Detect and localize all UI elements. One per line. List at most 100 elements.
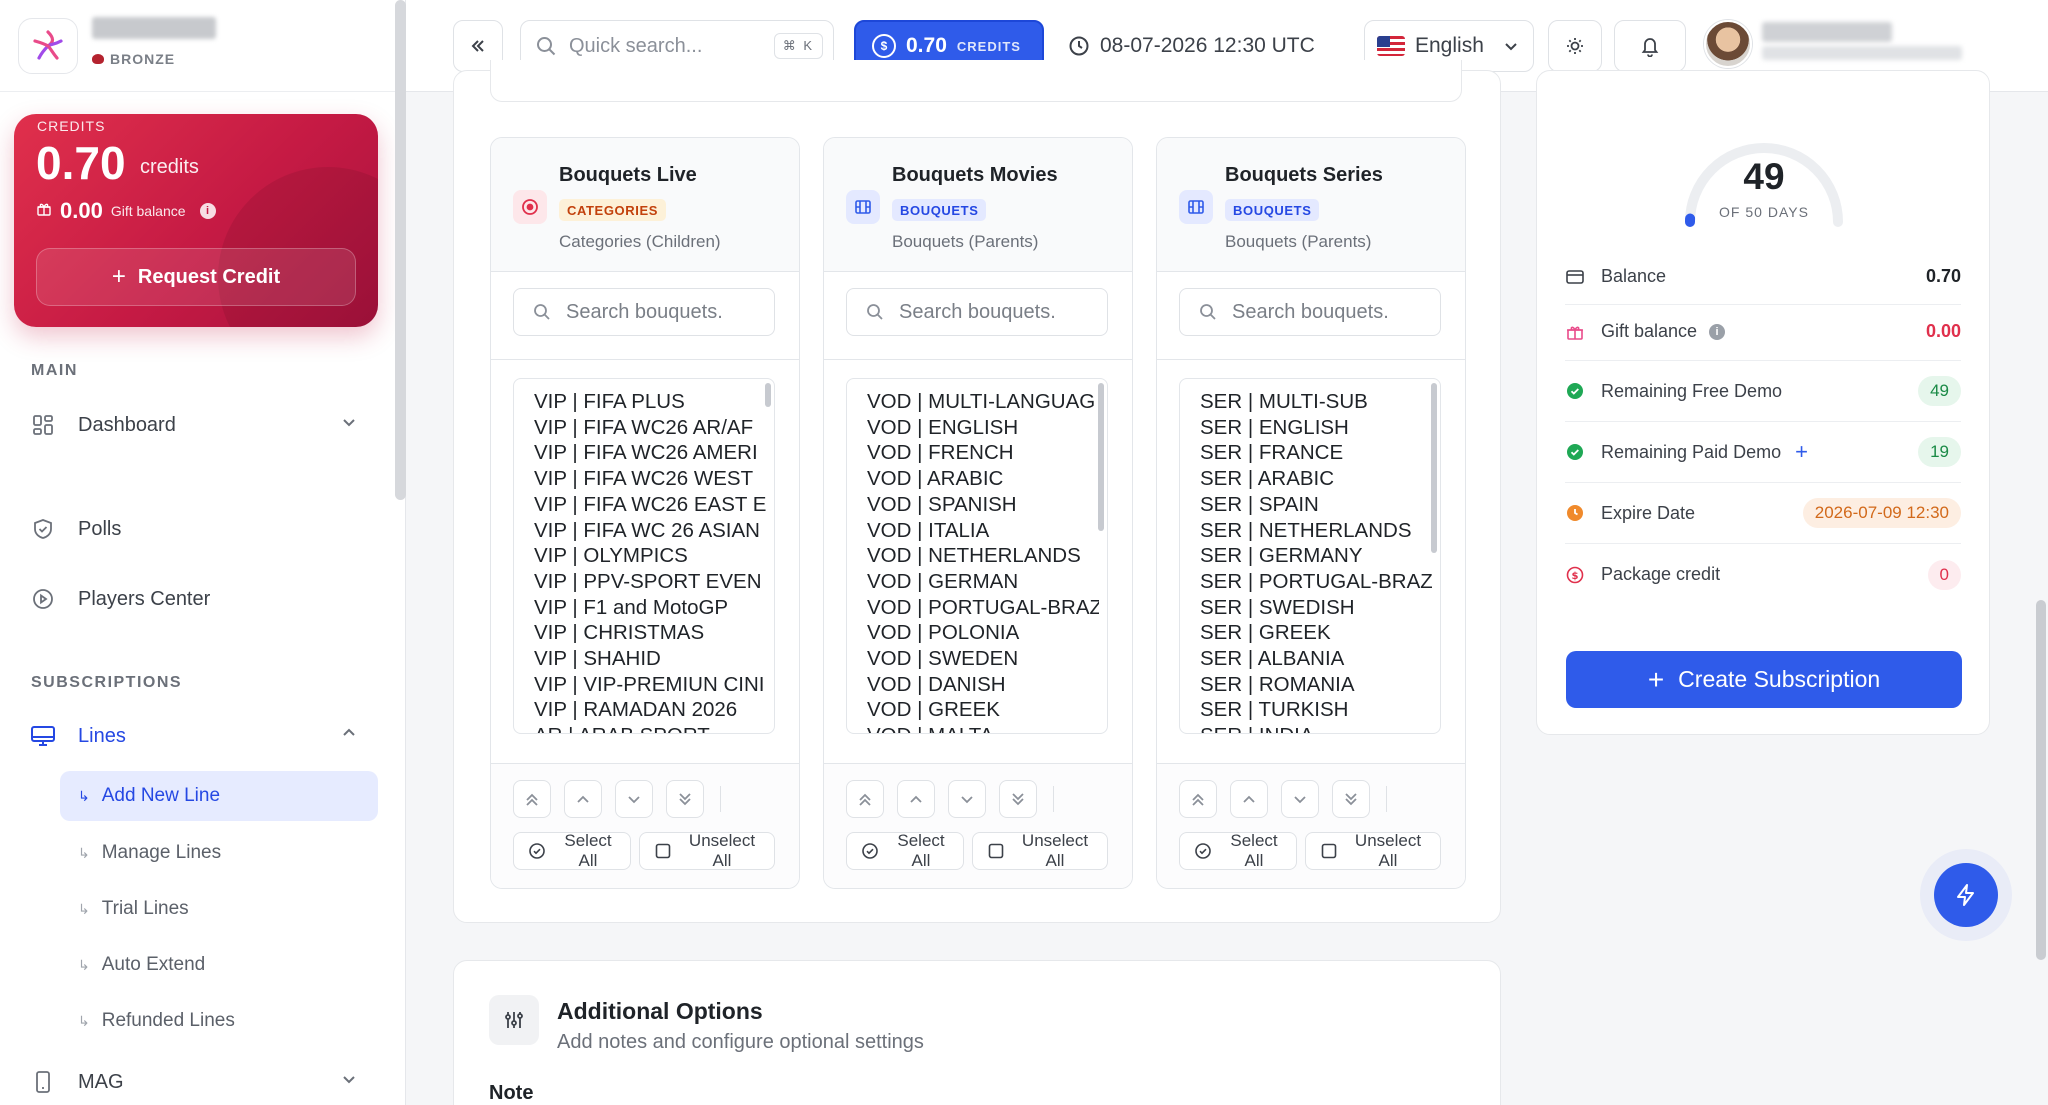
move-up-button[interactable]	[564, 780, 602, 818]
sidebar-scrollbar[interactable]	[395, 0, 406, 500]
sidebar-subitem-manage-lines[interactable]: ↳ Manage Lines	[60, 828, 378, 878]
list-item[interactable]: VOD | GREEK	[867, 697, 1099, 723]
play-circle-icon	[30, 586, 56, 612]
list-item[interactable]: SER | INDIA	[1200, 723, 1432, 733]
select-all-label: Select All	[564, 831, 612, 870]
sidebar-item-polls[interactable]: Polls	[30, 506, 366, 552]
gift-balance-label: Gift balance	[1601, 321, 1698, 341]
list-item[interactable]: SER | PORTUGAL-BRAZ	[1200, 569, 1432, 595]
list-item[interactable]: VIP | FIFA WC26 AMERI	[534, 440, 766, 466]
list-item[interactable]: SER | ROMANIA	[1200, 672, 1432, 698]
request-credit-button[interactable]: + Request Credit	[36, 248, 356, 306]
move-bottom-button[interactable]	[1332, 780, 1370, 818]
list-scrollbar[interactable]	[1431, 383, 1437, 553]
list-item[interactable]: SER | GERMANY	[1200, 543, 1432, 569]
unselect-all-button[interactable]: Unselect All	[639, 831, 775, 870]
sidebar-subitem-auto-extend[interactable]: ↳ Auto Extend	[60, 940, 378, 990]
select-all-button[interactable]: Select All	[846, 831, 964, 870]
select-all-button[interactable]: Select All	[1179, 831, 1297, 870]
list-item[interactable]: VOD | ARABIC	[867, 466, 1099, 492]
info-icon[interactable]: i	[199, 203, 216, 219]
sidebar-subitem-add-new-line[interactable]: ↳ Add New Line	[60, 771, 378, 821]
list-item[interactable]: VIP | F1 and MotoGP	[534, 595, 766, 621]
move-down-button[interactable]	[1281, 780, 1319, 818]
sidebar-item-mag[interactable]: MAG	[30, 1059, 366, 1105]
list-item[interactable]: SER | SWEDISH	[1200, 595, 1432, 621]
sidebar-item-dashboard[interactable]: Dashboard	[30, 402, 366, 448]
list-item[interactable]: VOD | SWEDEN	[867, 646, 1099, 672]
quick-action-button[interactable]	[1934, 863, 1998, 927]
gift-balance-row: Gift balance i 0.00	[1565, 303, 1961, 361]
select-all-button[interactable]: Select All	[513, 831, 631, 870]
list-item[interactable]: VOD | MULTI-LANGUAG	[867, 389, 1099, 415]
list-item[interactable]: VOD | PORTUGAL-BRAZ	[867, 595, 1099, 621]
bouquet-search-input[interactable]: Search bouquets.	[513, 288, 775, 336]
list-item[interactable]: VOD | GERMAN	[867, 569, 1099, 595]
list-item[interactable]: VIP | PPV-SPORT EVEN	[534, 569, 766, 595]
list-item[interactable]: VOD | FRENCH	[867, 440, 1099, 466]
list-item[interactable]: VIP | FIFA WC26 WEST	[534, 466, 766, 492]
days-total-label: OF 50 DAYS	[1719, 204, 1809, 220]
notifications-button[interactable]	[1614, 20, 1686, 72]
list-item[interactable]: SER | ALBANIA	[1200, 646, 1432, 672]
list-item[interactable]: SER | SPAIN	[1200, 492, 1432, 518]
info-icon[interactable]: i	[1709, 323, 1726, 340]
sidebar-subitem-trial-lines[interactable]: ↳ Trial Lines	[60, 884, 378, 934]
sidebar-item-players-center[interactable]: Players Center	[30, 576, 366, 622]
move-up-button[interactable]	[897, 780, 935, 818]
bouquet-list[interactable]: SER | MULTI-SUB SER | ENGLISH SER | FRANCE…	[1179, 378, 1441, 734]
bouquet-search-input[interactable]: Search bouquets.	[1179, 288, 1441, 336]
balance-label: Balance	[1601, 266, 1667, 286]
list-item[interactable]: VIP | SHAHID	[534, 646, 766, 672]
sidebar-subitem-refunded-lines[interactable]: ↳ Refunded Lines	[60, 996, 378, 1046]
list-item[interactable]: SER | FRANCE	[1200, 440, 1432, 466]
list-item[interactable]: VOD | DANISH	[867, 672, 1099, 698]
list-item[interactable]: SER | GREEK	[1200, 620, 1432, 646]
list-item[interactable]: SER | MULTI-SUB	[1200, 389, 1432, 415]
move-down-button[interactable]	[948, 780, 986, 818]
list-item[interactable]: AR | ARAB SPORT	[534, 723, 766, 733]
move-up-button[interactable]	[1230, 780, 1268, 818]
list-item[interactable]: VIP | FIFA PLUS	[534, 389, 766, 415]
list-item[interactable]: VOD | POLONIA	[867, 620, 1099, 646]
package-credit-row: $ Package credit 0	[1565, 544, 1961, 605]
bouquet-list[interactable]: VIP | FIFA PLUS VIP | FIFA WC26 AR/AF VIP …	[513, 378, 775, 734]
list-item[interactable]: VIP | CHRISTMAS	[534, 620, 766, 646]
list-item[interactable]: VOD | SPANISH	[867, 492, 1099, 518]
move-top-button[interactable]	[513, 780, 551, 818]
list-scrollbar[interactable]	[1098, 383, 1104, 531]
unselect-all-button[interactable]: Unselect All	[972, 831, 1108, 870]
clock-icon	[1069, 36, 1089, 56]
list-item[interactable]: VOD | MALTA	[867, 723, 1099, 733]
list-item[interactable]: VOD | NETHERLANDS	[867, 543, 1099, 569]
gift-icon	[36, 201, 52, 222]
move-top-button[interactable]	[846, 780, 884, 818]
list-item[interactable]: SER | ENGLISH	[1200, 415, 1432, 441]
list-item[interactable]: SER | TURKISH	[1200, 697, 1432, 723]
app-logo[interactable]	[18, 18, 78, 74]
list-item[interactable]: VIP | VIP-PREMIUN CINI	[534, 672, 766, 698]
move-top-button[interactable]	[1179, 780, 1217, 818]
move-down-button[interactable]	[615, 780, 653, 818]
list-item[interactable]: VOD | ENGLISH	[867, 415, 1099, 441]
create-subscription-button[interactable]: + Create Subscription	[1566, 651, 1962, 708]
list-item[interactable]: SER | NETHERLANDS	[1200, 518, 1432, 544]
sidebar-item-lines[interactable]: Lines	[30, 713, 366, 759]
theme-toggle-button[interactable]	[1548, 20, 1602, 72]
bouquet-search-input[interactable]: Search bouquets.	[846, 288, 1108, 336]
user-avatar[interactable]	[1704, 20, 1752, 68]
page-scrollbar[interactable]	[2036, 600, 2046, 960]
move-bottom-button[interactable]	[666, 780, 704, 818]
move-bottom-button[interactable]	[999, 780, 1037, 818]
bouquet-list[interactable]: VOD | MULTI-LANGUAG VOD | ENGLISH VOD | FR…	[846, 378, 1108, 734]
add-paid-demo-button[interactable]: +	[1795, 439, 1808, 465]
list-item[interactable]: SER | ARABIC	[1200, 466, 1432, 492]
list-item[interactable]: VIP | FIFA WC 26 ASIAN	[534, 518, 766, 544]
list-item[interactable]: VIP | RAMADAN 2026	[534, 697, 766, 723]
list-item[interactable]: VIP | FIFA WC26 EAST E	[534, 492, 766, 518]
list-item[interactable]: VIP | OLYMPICS	[534, 543, 766, 569]
unselect-all-button[interactable]: Unselect All	[1305, 831, 1441, 870]
list-item[interactable]: VOD | ITALIA	[867, 518, 1099, 544]
list-scrollbar[interactable]	[765, 383, 771, 407]
list-item[interactable]: VIP | FIFA WC26 AR/AF	[534, 415, 766, 441]
